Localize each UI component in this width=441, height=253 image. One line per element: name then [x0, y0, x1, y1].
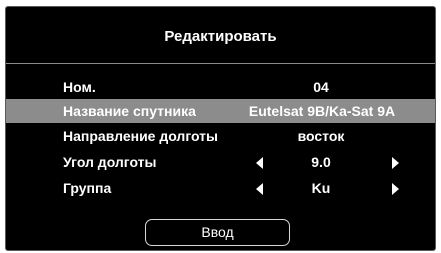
- row-satellite-name[interactable]: Название спутника Eutelsat 9B/Ka-Sat 9A: [6, 99, 435, 123]
- row-group-value: Ku: [311, 180, 331, 196]
- row-number-label: Ном.: [63, 79, 96, 95]
- row-satellite-name-label: Название спутника: [63, 103, 196, 119]
- row-number[interactable]: Ном. 04: [6, 75, 435, 99]
- row-longitude-direction-value: восток: [297, 128, 345, 144]
- row-satellite-name-value: Eutelsat 9B/Ka-Sat 9A: [248, 103, 396, 119]
- dialog-title: Редактировать: [164, 28, 277, 45]
- arrow-right-icon[interactable]: [392, 157, 399, 169]
- row-longitude-angle-label: Угол долготы: [63, 154, 157, 170]
- row-group-label: Группа: [63, 180, 112, 196]
- row-longitude-direction-label: Направление долготы: [63, 128, 218, 144]
- arrow-left-icon[interactable]: [256, 157, 263, 169]
- arrow-right-icon[interactable]: [392, 183, 399, 195]
- row-group[interactable]: Группа Ku: [6, 176, 435, 200]
- title-divider: [6, 63, 435, 64]
- edit-dialog: Редактировать Ном. 04 Название спутника …: [5, 6, 436, 251]
- row-longitude-angle-value: 9.0: [311, 154, 331, 170]
- row-longitude-direction[interactable]: Направление долготы восток: [6, 124, 435, 148]
- row-longitude-angle[interactable]: Угол долготы 9.0: [6, 150, 435, 174]
- arrow-left-icon[interactable]: [256, 183, 263, 195]
- enter-button[interactable]: Ввод: [145, 219, 290, 246]
- row-number-value: 04: [313, 79, 329, 95]
